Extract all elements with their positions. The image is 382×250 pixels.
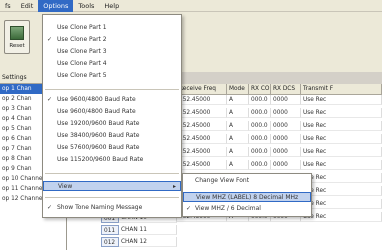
submenu-item-view-mhz-6-decimal[interactable]: ✓ View MHZ / 6 Decimal	[183, 204, 311, 214]
menu-help[interactable]: Help	[99, 0, 124, 12]
cell-mode[interactable]: A	[227, 147, 249, 157]
menu-item-show-tone-naming[interactable]: ✓ Show Tone Naming Message	[43, 203, 181, 213]
cell-transmit-freq[interactable]: Use Rec	[301, 199, 382, 209]
cell-mode[interactable]: A	[227, 108, 249, 118]
cell-rx-dcs[interactable]: 0000	[271, 121, 301, 131]
cell-transmit-freq[interactable]: Use Rec	[301, 212, 382, 222]
options-menu: Use Clone Part 1 ✓ Use Clone Part 2 Use C…	[42, 14, 182, 218]
cell-mode[interactable]: A	[227, 134, 249, 144]
col-rx-co[interactable]: RX CO	[249, 84, 271, 95]
menu-separator	[45, 89, 179, 90]
cell-transmit-freq[interactable]: Use Rec	[301, 134, 382, 144]
cell-receive-freq[interactable]: 152.45000	[177, 121, 227, 131]
menu-edit[interactable]: Edit	[16, 0, 39, 12]
cell-mode[interactable]: A	[227, 95, 249, 105]
cell-transmit-freq[interactable]: Use Rec	[301, 147, 382, 157]
menu-item-clone-part-2[interactable]: ✓ Use Clone Part 2	[43, 35, 181, 45]
check-icon: ✓	[186, 205, 192, 212]
menu-separator	[45, 197, 179, 198]
chevron-right-icon: ▸	[172, 183, 176, 190]
cell-rx-co[interactable]: 000.0	[249, 121, 271, 131]
cell-mode[interactable]: A	[227, 160, 249, 170]
cell-rx-co[interactable]: 000.0	[249, 160, 271, 170]
cell-rx-co[interactable]: 000.0	[249, 134, 271, 144]
reset-icon	[10, 26, 24, 40]
cell-channel-id[interactable]: 011	[101, 225, 119, 235]
submenu-item-change-view-font[interactable]: Change View Font	[183, 176, 311, 186]
menu-item-clone-part-3[interactable]: Use Clone Part 3	[43, 47, 181, 57]
cell-transmit-freq[interactable]: Use Rec	[301, 95, 382, 105]
reset-button[interactable]: Reset	[4, 20, 30, 54]
col-receive-freq[interactable]: Receive Freq	[177, 84, 227, 95]
cell-transmit-freq[interactable]: Use Rec	[301, 108, 382, 118]
cell-rx-co[interactable]: 000.0	[249, 95, 271, 105]
menu-item-baud-rate-1[interactable]: ✓ Use 9600/4800 Baud Rate	[43, 95, 181, 105]
col-rx-dcs[interactable]: RX DCS	[271, 84, 301, 95]
cell-rx-co[interactable]: 000.0	[249, 108, 271, 118]
cell-transmit-freq[interactable]: Use Rec	[301, 173, 382, 183]
menu-item-clone-part-4[interactable]: Use Clone Part 4	[43, 59, 181, 69]
col-mode[interactable]: Mode	[227, 84, 249, 95]
view-submenu: Change View Font View MHZ (LABEL) 8 Deci…	[182, 173, 312, 217]
cell-rx-dcs[interactable]: 0000	[271, 160, 301, 170]
submenu-item-view-mhz-8-decimal[interactable]: View MHZ (LABEL) 8 Decimal MHz	[183, 192, 311, 202]
menu-item-baud-rate-2[interactable]: Use 9600/4800 Baud Rate	[43, 107, 181, 117]
menu-item-baud-rate-6[interactable]: Use 115200/9600 Baud Rate	[43, 155, 181, 165]
check-icon: ✓	[47, 36, 53, 43]
menu-file[interactable]: fs	[0, 0, 16, 12]
cell-mode[interactable]: A	[227, 121, 249, 131]
cell-channel-id[interactable]: 012	[101, 237, 119, 247]
cell-channel-name[interactable]: CHAN 11	[119, 225, 177, 235]
cell-rx-dcs[interactable]: 0000	[271, 95, 301, 105]
cell-transmit-freq[interactable]: Use Rec	[301, 186, 382, 196]
cell-receive-freq[interactable]: 152.45000	[177, 134, 227, 144]
menu-options[interactable]: Options	[38, 0, 74, 12]
cell-transmit-freq[interactable]: Use Rec	[301, 121, 382, 131]
cell-rx-co[interactable]: 000.0	[249, 147, 271, 157]
menu-separator	[45, 173, 179, 174]
cell-receive-freq[interactable]: 152.45000	[177, 160, 227, 170]
cell-transmit-freq[interactable]: Use Rec	[301, 160, 382, 170]
menu-item-baud-rate-3[interactable]: Use 19200/9600 Baud Rate	[43, 119, 181, 129]
cell-receive-freq[interactable]: 152.45000	[177, 108, 227, 118]
menu-tools[interactable]: Tools	[73, 0, 99, 12]
check-icon: ✓	[47, 204, 53, 211]
menu-item-clone-part-1[interactable]: Use Clone Part 1	[43, 23, 181, 33]
menu-item-baud-rate-4[interactable]: Use 38400/9600 Baud Rate	[43, 131, 181, 141]
reset-button-label: Reset	[9, 43, 25, 49]
check-icon: ✓	[47, 96, 53, 103]
menu-item-clone-part-5[interactable]: Use Clone Part 5	[43, 71, 181, 81]
cell-channel-name[interactable]: CHAN 12	[119, 237, 177, 247]
cell-receive-freq[interactable]: 152.45000	[177, 147, 227, 157]
menu-item-baud-rate-5[interactable]: Use 57600/9600 Baud Rate	[43, 143, 181, 153]
cell-rx-dcs[interactable]: 0000	[271, 147, 301, 157]
col-transmit-freq[interactable]: Transmit F	[301, 84, 382, 95]
cell-receive-freq[interactable]: 152.45000	[177, 95, 227, 105]
menu-bar: fs Edit Options Tools Help	[0, 0, 382, 12]
menu-item-view[interactable]: View ▸	[43, 181, 181, 191]
cell-rx-dcs[interactable]: 0000	[271, 108, 301, 118]
cell-rx-dcs[interactable]: 0000	[271, 134, 301, 144]
